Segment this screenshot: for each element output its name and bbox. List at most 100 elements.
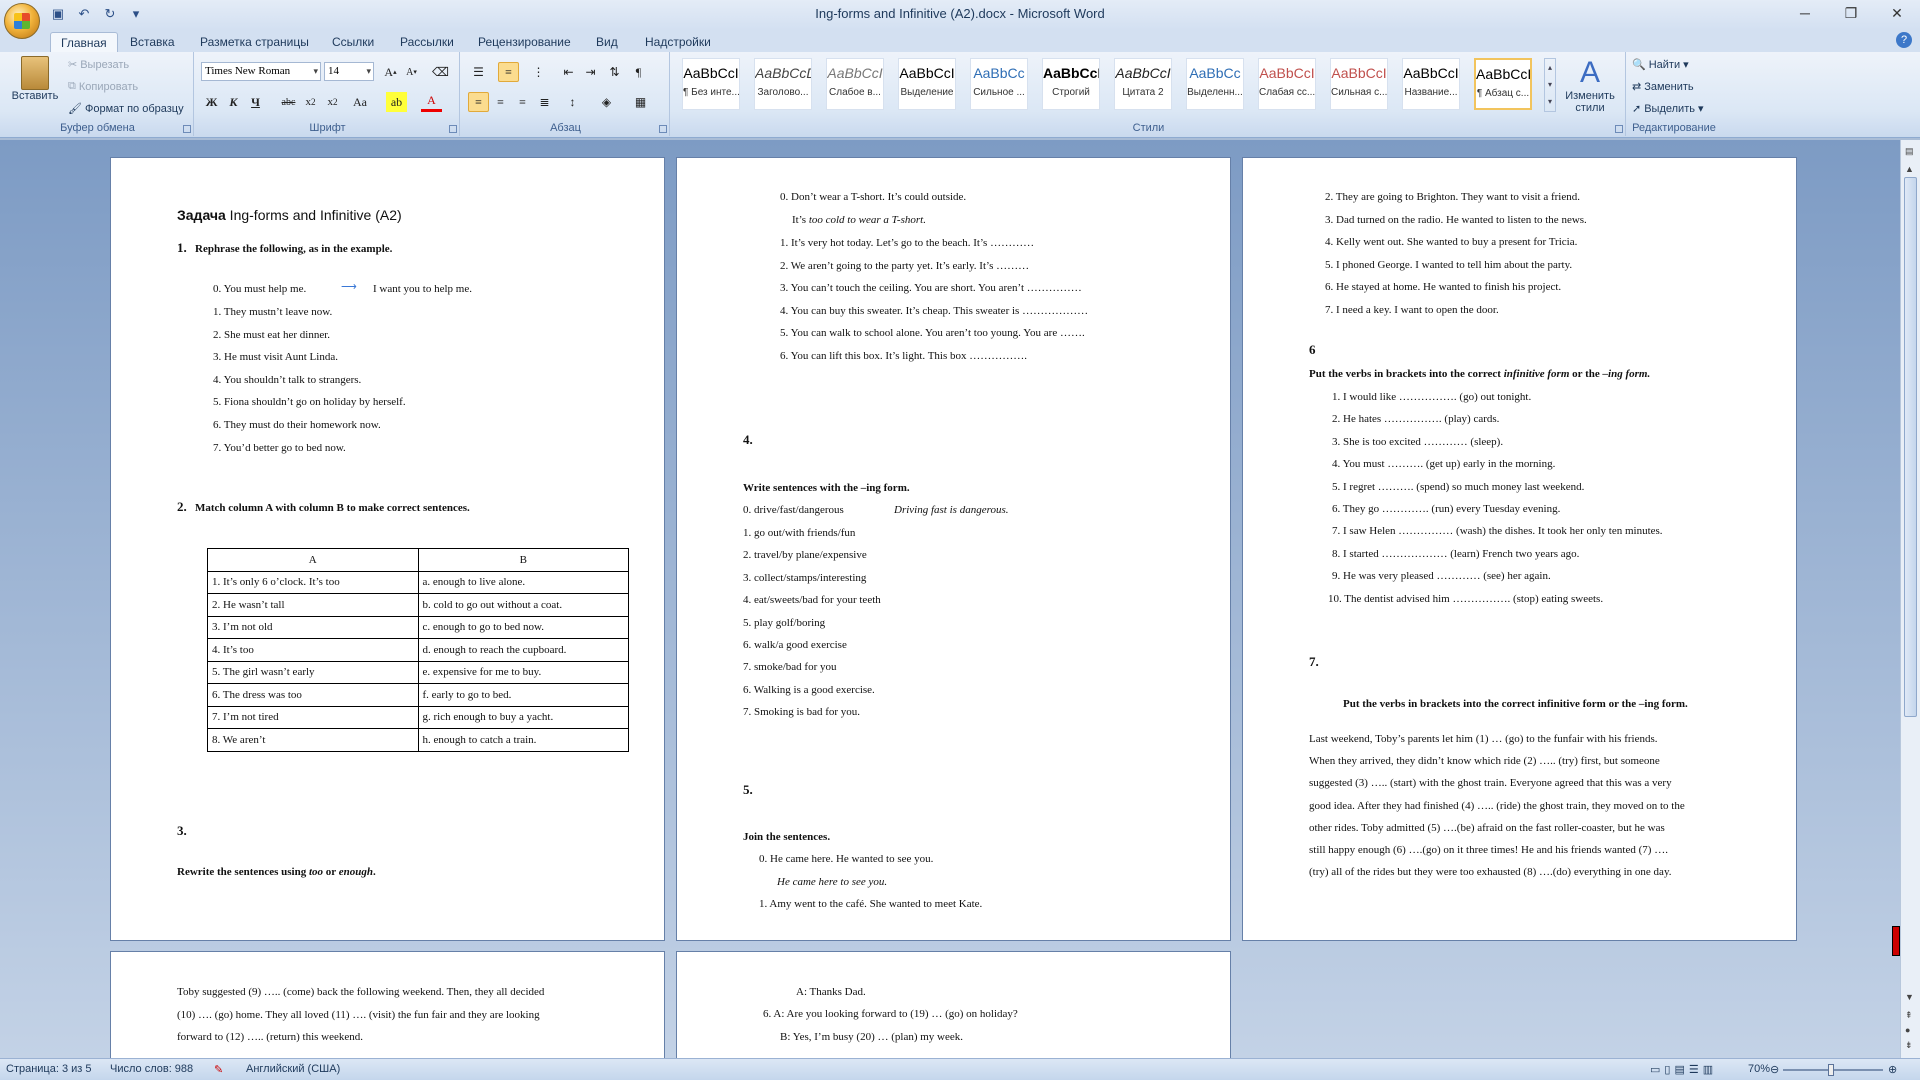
binoculars-icon: 🔍 — [1632, 59, 1646, 71]
minimize-icon[interactable]: ─ — [1782, 0, 1828, 26]
style-item[interactable]: AaBbCcI ¶ Абзац с... — [1474, 58, 1532, 110]
underline-icon[interactable]: Ч — [245, 92, 266, 112]
clear-formatting-icon[interactable]: ⌫ — [430, 62, 451, 82]
bold-icon[interactable]: Ж — [201, 92, 222, 112]
change-styles-button[interactable]: A Изменить стили — [1560, 56, 1620, 114]
office-button[interactable] — [4, 3, 40, 39]
multilevel-list-icon[interactable]: ⋮ — [528, 62, 549, 82]
tab-home[interactable]: Главная — [50, 32, 118, 52]
ruler-toggle-icon[interactable]: ▤ — [1905, 146, 1914, 157]
zoom-out-icon[interactable]: ⊖ — [1770, 1063, 1779, 1076]
page-5[interactable]: A: Thanks Dad. 6. A: Are you looking for… — [676, 951, 1231, 1058]
font-color-icon[interactable]: A — [421, 92, 442, 112]
page-4[interactable]: Toby suggested (9) ….. (come) back the f… — [110, 951, 665, 1058]
draft-icon[interactable]: ▥ — [1703, 1063, 1713, 1076]
align-left-icon[interactable]: ≡ — [468, 92, 489, 112]
replace-button[interactable]: ⇄ Заменить — [1632, 80, 1694, 94]
show-marks-icon[interactable]: ¶ — [628, 62, 649, 82]
style-item[interactable]: AaBbCcI Слабое в... — [826, 58, 884, 110]
page-count[interactable]: Страница: 3 из 5 — [6, 1063, 92, 1075]
superscript-icon[interactable]: x2 — [322, 92, 343, 112]
tab-mailings[interactable]: Рассылки — [390, 32, 464, 52]
increase-indent-icon[interactable]: ⇥ — [580, 62, 601, 82]
help-icon[interactable]: ? — [1896, 32, 1912, 48]
table-cell: h. enough to catch a train. — [417, 728, 629, 752]
list-item: 7. You’d better go to bed now. — [213, 441, 346, 454]
vertical-scrollbar[interactable]: ▤ ▲ ▼ ⇞ ● ⇟ — [1900, 140, 1920, 1058]
prev-page-icon[interactable]: ⇞ — [1905, 1010, 1913, 1021]
align-right-icon[interactable]: ≡ — [512, 92, 533, 112]
zoom-slider-knob[interactable] — [1828, 1064, 1834, 1076]
styles-launcher-icon[interactable] — [1615, 125, 1623, 133]
numbering-icon[interactable]: ≡ — [498, 62, 519, 82]
restore-icon[interactable]: ❐ — [1828, 0, 1874, 26]
font-group: Times New Roman 14 A▴ A▾ ⌫ Ж К Ч abc x2 … — [196, 52, 460, 136]
shrink-font-icon[interactable]: A ▾ — [401, 62, 422, 82]
page-2[interactable]: 0. Don’t wear a T-short. It’s could outs… — [676, 157, 1231, 941]
gallery-scroll[interactable]: ▴ ▾ ▾ — [1544, 58, 1556, 112]
page-1[interactable]: Задача Ing-forms and Infinitive (A2) 1. … — [110, 157, 665, 941]
print-layout-icon[interactable]: ▭ — [1650, 1063, 1660, 1076]
align-center-icon[interactable]: ≡ — [490, 92, 511, 112]
proofing-icon[interactable]: ✎ — [214, 1063, 223, 1076]
paragraph-launcher-icon[interactable] — [659, 125, 667, 133]
italic-icon[interactable]: К — [223, 92, 244, 112]
highlight-icon[interactable]: ab — [386, 92, 407, 112]
select-button[interactable]: ➚ Выделить ▾ — [1632, 102, 1704, 116]
language-indicator[interactable]: Английский (США) — [246, 1063, 340, 1075]
subscript-icon[interactable]: x2 — [300, 92, 321, 112]
tab-view[interactable]: Вид — [586, 32, 628, 52]
outline-icon[interactable]: ☰ — [1689, 1063, 1699, 1076]
bullets-icon[interactable]: ☰ — [468, 62, 489, 82]
word-count[interactable]: Число слов: 988 — [110, 1063, 193, 1075]
scroll-thumb[interactable] — [1904, 177, 1917, 717]
copy-button[interactable]: ⧉ Копировать — [68, 80, 138, 93]
justify-icon[interactable]: ≣ — [534, 92, 555, 112]
scroll-up-icon[interactable]: ▲ — [1905, 164, 1914, 174]
tab-review[interactable]: Рецензирование — [468, 32, 581, 52]
style-item[interactable]: AaBbCcI Название... — [1402, 58, 1460, 110]
clipboard-launcher-icon[interactable] — [183, 125, 191, 133]
borders-icon[interactable]: ▦ — [630, 92, 651, 112]
tab-insert[interactable]: Вставка — [120, 32, 185, 52]
grow-font-icon[interactable]: A ▴ — [380, 62, 401, 82]
paste-button[interactable]: Вставить — [10, 56, 60, 102]
tab-addins[interactable]: Надстройки — [635, 32, 721, 52]
font-size-box[interactable]: 14 — [324, 62, 374, 81]
line-spacing-icon[interactable]: ↕ — [562, 92, 583, 112]
style-item[interactable]: AaBbCcI Выделение — [898, 58, 956, 110]
close-icon[interactable]: ✕ — [1874, 0, 1920, 26]
style-item[interactable]: AaBbCcI Цитата 2 — [1114, 58, 1172, 110]
font-launcher-icon[interactable] — [449, 125, 457, 133]
web-layout-icon[interactable]: ▤ — [1674, 1063, 1684, 1076]
table-header-cell: A — [207, 548, 419, 572]
decrease-indent-icon[interactable]: ⇤ — [558, 62, 579, 82]
find-button[interactable]: 🔍 Найти ▾ — [1632, 58, 1689, 72]
font-name-box[interactable]: Times New Roman — [201, 62, 321, 81]
style-item[interactable]: AaBbCc Выделенн... — [1186, 58, 1244, 110]
table-cell: 3. I’m not old — [207, 615, 419, 639]
change-case-button[interactable]: Aa — [346, 92, 374, 112]
style-item[interactable]: AaBbCcI ¶ Без инте... — [682, 58, 740, 110]
style-item[interactable]: AaBbCcDc Заголово... — [754, 58, 812, 110]
page-marker-icon[interactable] — [1892, 926, 1900, 956]
next-page-icon[interactable]: ⇟ — [1905, 1040, 1913, 1051]
sort-icon[interactable]: ⇅ — [604, 62, 625, 82]
zoom-level[interactable]: 70% — [1748, 1063, 1770, 1075]
cut-button[interactable]: ✂ Вырезать — [68, 58, 129, 72]
style-item[interactable]: AaBbCcI Строгий — [1042, 58, 1100, 110]
full-screen-icon[interactable]: ▯ — [1664, 1063, 1670, 1076]
tab-page-layout[interactable]: Разметка страницы — [190, 32, 319, 52]
table-row: 8. We aren’t h. enough to catch a train. — [207, 728, 629, 752]
zoom-in-icon[interactable]: ⊕ — [1888, 1063, 1897, 1076]
style-item[interactable]: AaBbCcI Слабая сс... — [1258, 58, 1316, 110]
page-3[interactable]: 2. They are going to Brighton. They want… — [1242, 157, 1797, 941]
style-item[interactable]: AaBbCc Сильное ... — [970, 58, 1028, 110]
browse-object-icon[interactable]: ● — [1905, 1025, 1910, 1035]
format-painter-button[interactable]: 🖌 Формат по образцу — [68, 102, 184, 116]
scroll-down-icon[interactable]: ▼ — [1905, 992, 1914, 1002]
style-item[interactable]: AaBbCcI Сильная с... — [1330, 58, 1388, 110]
shading-icon[interactable]: ◈ — [596, 92, 617, 112]
tab-references[interactable]: Ссылки — [322, 32, 384, 52]
strikethrough-icon[interactable]: abc — [278, 92, 299, 112]
